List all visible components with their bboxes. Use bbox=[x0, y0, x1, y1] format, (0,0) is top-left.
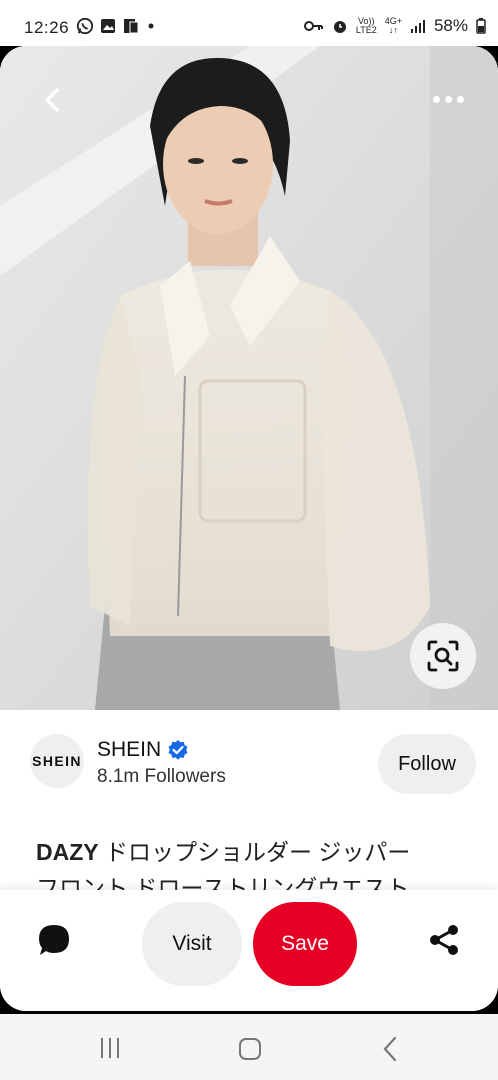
gallery-icon bbox=[101, 19, 115, 33]
network-type: 4G+ ↓↑ bbox=[384, 16, 402, 35]
action-bar: Visit Save bbox=[0, 890, 498, 1011]
model-photo bbox=[0, 46, 498, 710]
alarm-icon bbox=[333, 21, 346, 33]
creator-name-row[interactable]: SHEIN bbox=[97, 738, 189, 762]
visual-search-icon bbox=[427, 640, 459, 672]
battery-percent: 58% bbox=[433, 16, 468, 35]
pin-image[interactable] bbox=[0, 46, 498, 710]
volte-indicator: Vo)) LTE2 bbox=[355, 16, 377, 35]
back-icon[interactable] bbox=[380, 1036, 400, 1062]
avatar[interactable]: SHEIN bbox=[30, 734, 84, 788]
status-time: 12:26 bbox=[24, 18, 70, 37]
back-button[interactable] bbox=[34, 82, 70, 118]
pin-card: SHEIN SHEIN 8.1m Followers Follow DAZY ド… bbox=[0, 46, 498, 1011]
comment-button[interactable] bbox=[36, 922, 76, 962]
back-arrow-icon bbox=[45, 88, 59, 112]
key-icon bbox=[303, 21, 323, 31]
sim-card-icon bbox=[124, 19, 139, 34]
creator-row: SHEIN SHEIN 8.1m Followers Follow bbox=[0, 710, 498, 810]
status-notification-icons bbox=[76, 17, 156, 35]
verified-icon bbox=[168, 740, 188, 760]
comment-icon bbox=[39, 925, 69, 955]
system-nav-bar bbox=[0, 1014, 498, 1080]
home-icon[interactable] bbox=[238, 1037, 262, 1061]
signal-icon bbox=[410, 20, 425, 33]
follower-count: 8.1m Followers bbox=[97, 766, 226, 787]
status-bar: 12:26 Vo)) LTE2 4G+ ↓↑ 58% bbox=[0, 0, 498, 46]
dot-icon bbox=[148, 23, 154, 29]
description-line-1: ドロップショルダー ジッパー bbox=[105, 839, 411, 865]
visit-button[interactable]: Visit bbox=[142, 902, 242, 986]
save-button[interactable]: Save bbox=[253, 902, 357, 986]
whatsapp-icon bbox=[76, 17, 94, 35]
visual-search-button[interactable] bbox=[410, 623, 476, 689]
recents-icon[interactable] bbox=[98, 1037, 122, 1059]
share-icon bbox=[430, 925, 458, 955]
description-brand: DAZY bbox=[36, 839, 99, 865]
battery-icon bbox=[476, 18, 486, 34]
more-options-button[interactable] bbox=[426, 84, 470, 114]
follow-button[interactable]: Follow bbox=[378, 734, 476, 794]
more-dots-icon bbox=[432, 95, 440, 103]
share-button[interactable] bbox=[426, 922, 466, 962]
status-system-icons: Vo)) LTE2 4G+ ↓↑ 58% bbox=[303, 16, 486, 36]
creator-name[interactable]: SHEIN bbox=[97, 738, 161, 762]
